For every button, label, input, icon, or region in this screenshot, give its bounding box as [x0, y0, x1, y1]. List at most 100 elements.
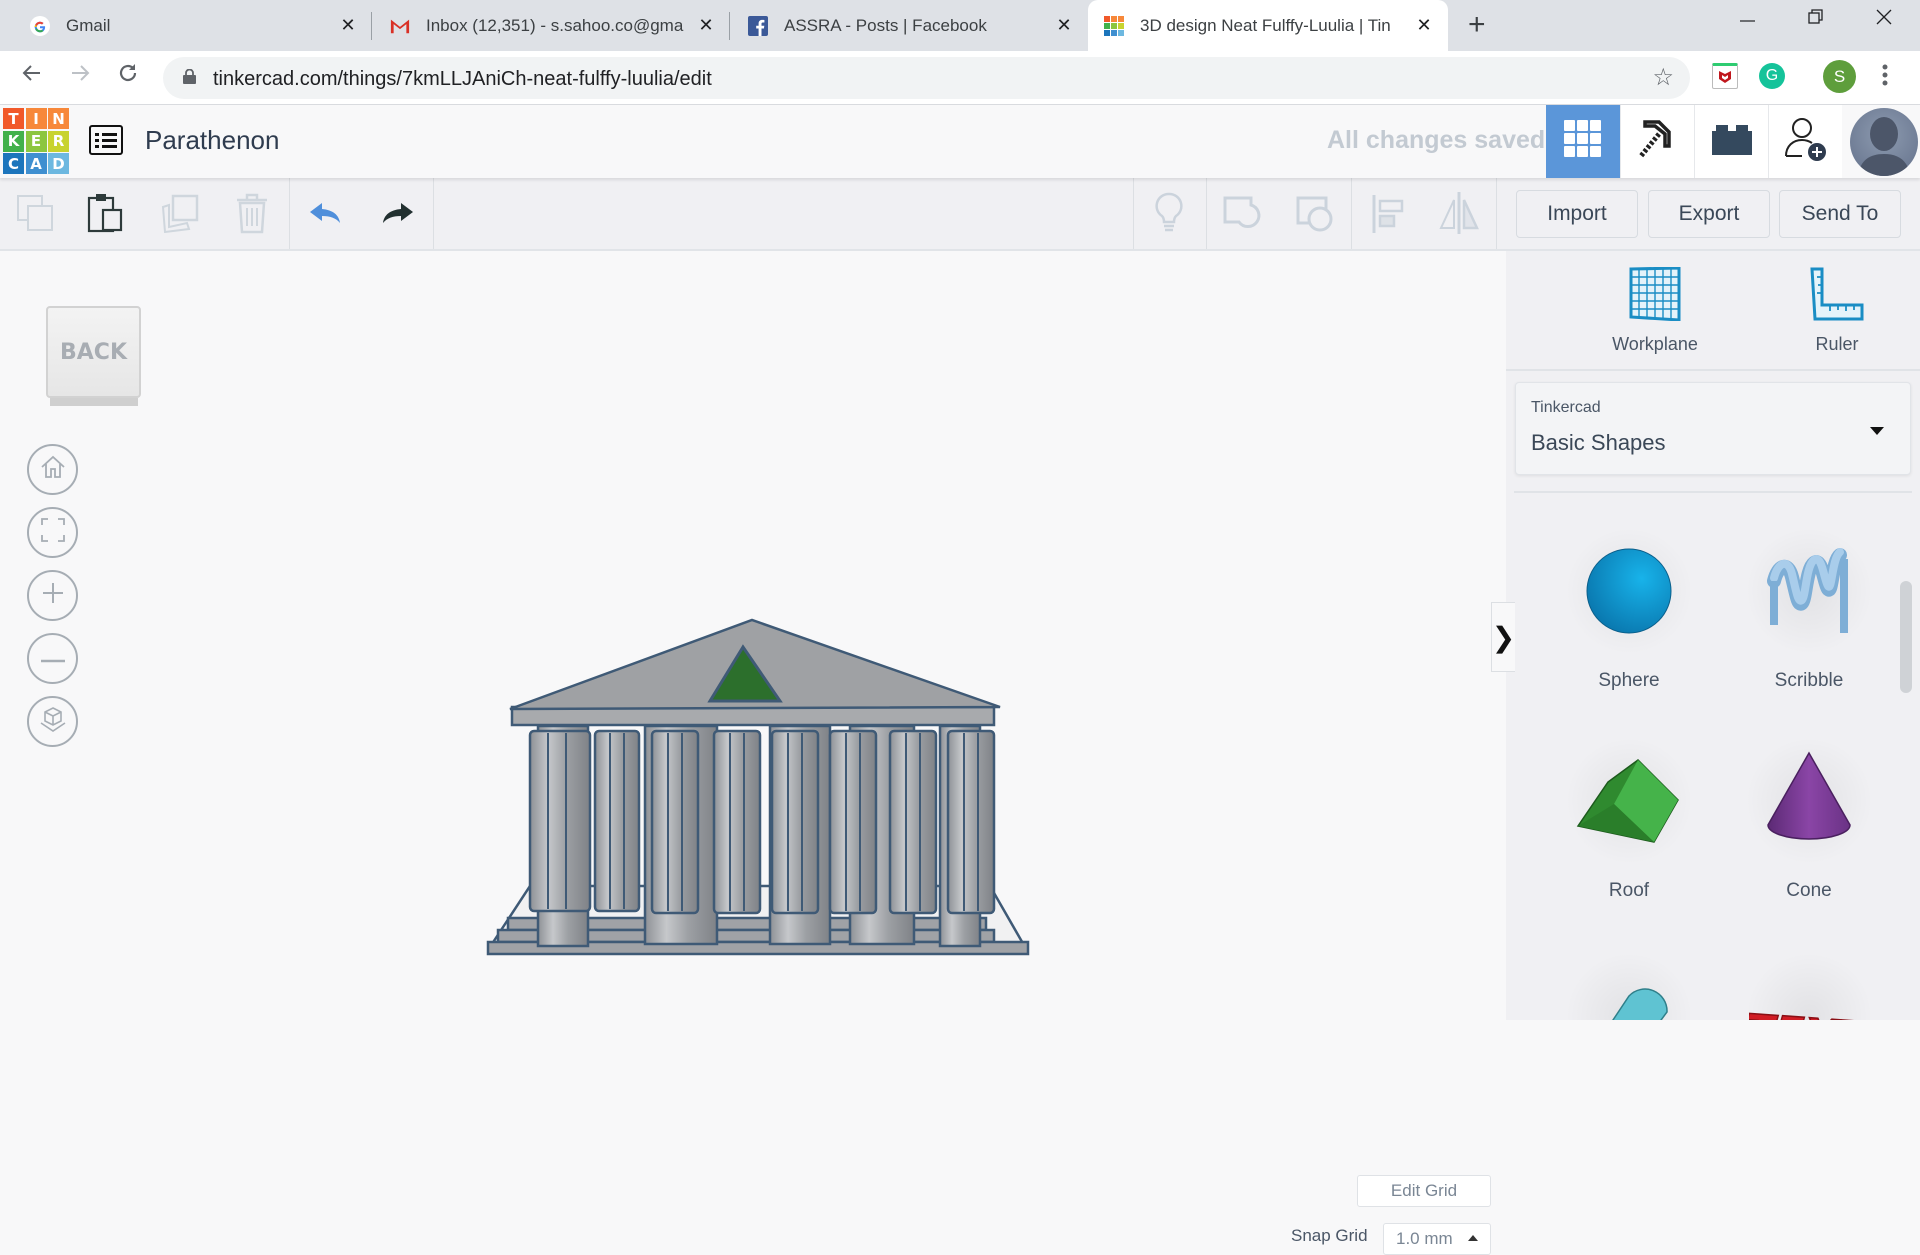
notes-tool-button[interactable] — [1146, 192, 1192, 238]
group-button[interactable] — [1219, 192, 1265, 238]
redo-icon — [379, 201, 415, 230]
lightbulb-icon — [1154, 192, 1184, 239]
collapse-panel-button[interactable]: ❯ — [1491, 602, 1515, 672]
grammarly-extension-icon[interactable]: G — [1759, 63, 1785, 89]
close-tab-icon[interactable]: ✕ — [1414, 15, 1434, 36]
close-tab-icon[interactable]: ✕ — [338, 15, 358, 36]
design-title[interactable]: Parathenon — [145, 125, 279, 156]
toolbar-divider — [289, 178, 290, 249]
cube-perspective-icon — [39, 705, 67, 738]
mirror-button[interactable] — [1436, 191, 1482, 239]
reload-icon[interactable] — [116, 61, 140, 92]
shape-library-select[interactable]: Tinkercad Basic Shapes — [1515, 382, 1911, 475]
close-window-icon[interactable] — [1876, 8, 1892, 31]
browser-tab-tinkercad[interactable]: 3D design Neat Fulffy-Luulia | Tin ✕ — [1088, 0, 1448, 51]
redo-button[interactable] — [374, 192, 420, 238]
design-list-icon[interactable] — [89, 125, 123, 155]
url-field[interactable]: tinkercad.com/things/7kmLLJAniCh-neat-fu… — [163, 57, 1690, 99]
column — [712, 729, 762, 915]
copy-button[interactable] — [12, 192, 58, 238]
import-button[interactable]: Import — [1516, 190, 1638, 238]
group-icon — [1222, 193, 1262, 238]
caret-down-icon — [1870, 427, 1884, 435]
home-view-button[interactable] — [27, 444, 78, 495]
browser-tab-inbox[interactable]: Inbox (12,351) - s.sahoo.co@gma ✕ — [372, 0, 730, 51]
shape-cone[interactable]: Cone — [1734, 726, 1884, 902]
shape-text[interactable]: TEXT — [1734, 941, 1884, 1020]
browser-tab-facebook[interactable]: ASSRA - Posts | Facebook ✕ — [730, 0, 1088, 51]
facebook-icon — [748, 15, 768, 36]
browser-menu-icon[interactable] — [1882, 63, 1888, 92]
forward-arrow-icon[interactable] — [68, 61, 92, 92]
plus-icon — [42, 582, 64, 609]
mcafee-extension-icon[interactable] — [1712, 63, 1738, 89]
tab-title: Inbox (12,351) - s.sahoo.co@gma — [426, 15, 684, 35]
cone-icon — [1734, 726, 1884, 876]
shape-label: Roof — [1608, 880, 1650, 901]
shape-scribble[interactable]: Scribble — [1734, 516, 1884, 692]
column — [528, 729, 592, 913]
bookmark-star-icon[interactable]: ☆ — [1652, 63, 1674, 92]
paste-icon — [87, 193, 123, 238]
add-user-icon — [1784, 116, 1828, 167]
send-to-button[interactable]: Send To — [1779, 190, 1901, 238]
grid-icon — [1564, 120, 1602, 163]
save-status: All changes saved — [1327, 126, 1546, 154]
parthenon-model[interactable] — [470, 601, 1040, 961]
restore-window-icon[interactable] — [1808, 8, 1824, 31]
duplicate-icon — [159, 193, 199, 238]
zoom-out-button[interactable] — [27, 633, 78, 684]
column — [828, 729, 878, 915]
workplane-tool[interactable]: Workplane — [1595, 266, 1715, 355]
close-tab-icon[interactable]: ✕ — [696, 15, 716, 36]
caret-up-icon — [1468, 1235, 1478, 1241]
user-avatar[interactable] — [1850, 108, 1918, 176]
browser-tab-gmail[interactable]: Gmail ✕ — [0, 0, 372, 51]
logo-letter: N — [48, 108, 69, 129]
minecraft-view-button[interactable] — [1620, 105, 1694, 178]
view-cube-face[interactable]: BACK — [46, 306, 141, 398]
fit-all-icon — [40, 518, 65, 547]
shape-cylinder[interactable] — [1554, 941, 1704, 1020]
delete-button[interactable] — [229, 192, 275, 238]
edit-grid-button[interactable]: Edit Grid — [1357, 1175, 1491, 1207]
url-text: tinkercad.com/things/7kmLLJAniCh-neat-fu… — [213, 68, 712, 90]
3d-workspace[interactable]: BACK Edit Grid Snap Grid 1.0 mm — [0, 251, 1506, 1255]
logo-letter: I — [25, 108, 47, 129]
new-tab-button[interactable]: + — [1468, 8, 1486, 42]
toolbar-divider — [433, 178, 434, 249]
back-arrow-icon[interactable] — [20, 61, 44, 92]
align-button[interactable] — [1365, 192, 1411, 238]
column — [888, 729, 938, 915]
snap-grid-select[interactable]: 1.0 mm — [1383, 1223, 1491, 1255]
zoom-in-button[interactable] — [27, 570, 78, 621]
column — [770, 729, 820, 915]
profile-avatar[interactable]: S — [1823, 60, 1856, 93]
shape-label: Sphere — [1598, 670, 1660, 691]
ruler-tool[interactable]: Ruler — [1777, 267, 1897, 355]
paste-button[interactable] — [82, 192, 128, 238]
3d-design-view-button[interactable] — [1546, 105, 1620, 178]
close-tab-icon[interactable]: ✕ — [1054, 15, 1074, 36]
shape-sphere[interactable]: Sphere — [1554, 516, 1704, 692]
fit-view-button[interactable] — [27, 507, 78, 558]
toolbar-divider — [1133, 178, 1134, 249]
ungroup-button[interactable] — [1292, 192, 1338, 238]
panel-divider — [1514, 491, 1912, 493]
undo-button[interactable] — [303, 192, 349, 238]
export-button[interactable]: Export — [1648, 190, 1770, 238]
panel-scrollbar[interactable] — [1900, 581, 1912, 693]
toolbar-divider — [1206, 178, 1207, 249]
mirror-icon — [1437, 191, 1481, 239]
perspective-toggle-button[interactable] — [27, 696, 78, 747]
text-3d-icon: TEXT — [1734, 941, 1884, 1020]
view-cube[interactable]: BACK — [46, 306, 141, 406]
shape-roof[interactable]: Roof — [1554, 726, 1704, 902]
lego-view-button[interactable] — [1694, 105, 1768, 178]
invite-user-button[interactable] — [1768, 105, 1842, 178]
workplane-icon — [1629, 266, 1681, 325]
duplicate-button[interactable] — [156, 192, 202, 238]
shapes-panel: Workplane Ruler Tinkercad Basic Shapes S… — [1506, 251, 1920, 1020]
tinkercad-logo[interactable]: T I N K E R C A D — [3, 108, 69, 174]
minimize-window-icon[interactable] — [1740, 8, 1756, 31]
